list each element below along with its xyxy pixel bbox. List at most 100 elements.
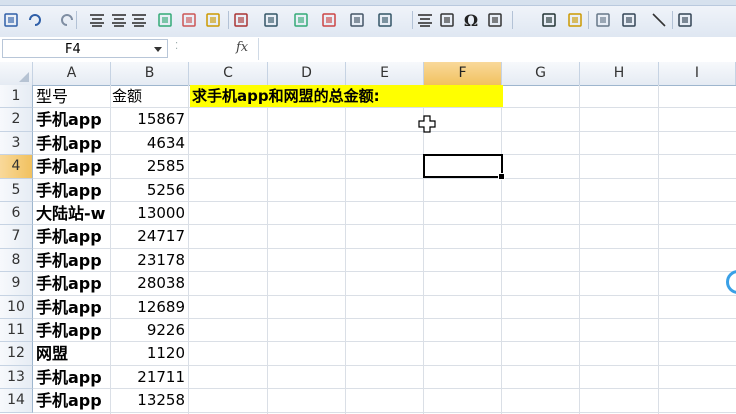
cell-a11[interactable]: 手机app bbox=[36, 319, 110, 342]
toolbar-separator bbox=[76, 11, 77, 29]
cell-b4[interactable]: 2585 bbox=[112, 155, 185, 178]
column-gridline bbox=[188, 85, 189, 414]
formula-bar-splitter-icon[interactable]: ⁚ bbox=[175, 41, 183, 57]
undo-icon[interactable] bbox=[26, 9, 44, 31]
cell-b13[interactable]: 21711 bbox=[112, 366, 185, 389]
cross-cursor-icon bbox=[418, 115, 436, 137]
insert-function-icon[interactable]: fx bbox=[236, 40, 248, 55]
toolbar-separator bbox=[228, 11, 229, 29]
cell-a14[interactable]: 手机app bbox=[36, 389, 110, 412]
question-banner-cell[interactable]: 求手机app和网盟的总金额: bbox=[190, 85, 503, 107]
cell-a2[interactable]: 手机app bbox=[36, 108, 110, 131]
column-gridline bbox=[579, 85, 580, 414]
cell-a10[interactable]: 手机app bbox=[36, 296, 110, 319]
format-icon[interactable] bbox=[180, 9, 198, 31]
scroll-handle[interactable] bbox=[726, 270, 736, 294]
omega-icon[interactable]: Ω bbox=[462, 9, 480, 31]
column-gridline bbox=[345, 85, 346, 414]
cell-b8[interactable]: 23178 bbox=[112, 249, 185, 272]
toolbar-separator bbox=[588, 11, 589, 29]
cell-b14[interactable]: 13258 bbox=[112, 389, 185, 412]
cell-b7[interactable]: 24717 bbox=[112, 225, 185, 248]
row-header-9[interactable]: 9 bbox=[0, 272, 33, 296]
select-all-corner[interactable] bbox=[0, 62, 33, 85]
row-header-6[interactable]: 6 bbox=[0, 202, 33, 226]
cell-b10[interactable]: 12689 bbox=[112, 296, 185, 319]
row-header-4[interactable]: 4 bbox=[0, 155, 33, 179]
row-header-14[interactable]: 14 bbox=[0, 389, 33, 413]
row-header-7[interactable]: 7 bbox=[0, 225, 33, 249]
column-header-f[interactable]: F bbox=[424, 62, 502, 85]
cell-a13[interactable]: 手机app bbox=[36, 366, 110, 389]
column-header-g[interactable]: G bbox=[502, 62, 580, 85]
find-icon[interactable] bbox=[262, 9, 280, 31]
cell-a3[interactable]: 手机app bbox=[36, 132, 110, 155]
font-color-icon[interactable] bbox=[232, 9, 250, 31]
sort-icon[interactable] bbox=[376, 9, 394, 31]
spreadsheet-grid[interactable]: ABCDEFGHI 1 2 3 4 5 6 7 8 9 10 11 12 13 14 型号 金额 手机app 1… bbox=[0, 62, 736, 414]
format-cells-icon[interactable] bbox=[348, 9, 366, 31]
cell-b6[interactable]: 13000 bbox=[112, 202, 185, 225]
save-icon[interactable] bbox=[2, 9, 20, 31]
cell-b5[interactable]: 5256 bbox=[112, 179, 185, 202]
camera-icon[interactable] bbox=[620, 9, 638, 31]
column-header-a[interactable]: A bbox=[33, 62, 111, 85]
delete-icon[interactable] bbox=[320, 9, 338, 31]
group-icon[interactable] bbox=[676, 9, 694, 31]
cell-b11[interactable]: 9226 bbox=[112, 319, 185, 342]
chart-icon[interactable] bbox=[438, 9, 456, 31]
formula-input[interactable] bbox=[258, 38, 736, 60]
checkbox-icon[interactable] bbox=[566, 9, 584, 31]
cell-b2[interactable]: 15867 bbox=[112, 108, 185, 131]
column-header-i[interactable]: I bbox=[659, 62, 736, 85]
toolbar-separator bbox=[412, 11, 413, 29]
row-header-1[interactable]: 1 bbox=[0, 85, 33, 109]
row-header-5[interactable]: 5 bbox=[0, 178, 33, 202]
toolbar: Ω bbox=[0, 0, 736, 38]
fill-color-icon[interactable] bbox=[204, 9, 222, 31]
cell-a12[interactable]: 网盟 bbox=[36, 342, 110, 365]
name-box[interactable]: F4 bbox=[2, 39, 168, 58]
cell-a7[interactable]: 手机app bbox=[36, 225, 110, 248]
cell-b9[interactable]: 28038 bbox=[112, 272, 185, 295]
column-header-h[interactable]: H bbox=[580, 62, 659, 85]
active-cell-selection[interactable] bbox=[423, 154, 505, 180]
redo-icon[interactable] bbox=[58, 9, 76, 31]
cell-b1[interactable]: 金额 bbox=[112, 85, 185, 108]
align-left-icon[interactable] bbox=[88, 9, 106, 31]
cell-a9[interactable]: 手机app bbox=[36, 272, 110, 295]
line-icon[interactable] bbox=[650, 9, 668, 31]
cell-a8[interactable]: 手机app bbox=[36, 249, 110, 272]
column-gridline bbox=[110, 85, 111, 414]
cell-a6[interactable]: 大陆站-w bbox=[36, 202, 110, 225]
abc-icon[interactable] bbox=[486, 9, 504, 31]
column-header-d[interactable]: D bbox=[268, 62, 346, 85]
chevron-down-icon[interactable] bbox=[154, 47, 162, 52]
cell-b12[interactable]: 1120 bbox=[112, 342, 185, 365]
row-header-10[interactable]: 10 bbox=[0, 295, 33, 319]
cell-a4[interactable]: 手机app bbox=[36, 155, 110, 178]
insert-icon[interactable] bbox=[292, 9, 310, 31]
row-header-13[interactable]: 13 bbox=[0, 365, 33, 390]
row-header-8[interactable]: 8 bbox=[0, 248, 33, 273]
indent-icon[interactable] bbox=[416, 9, 434, 31]
column-gridline bbox=[658, 85, 659, 414]
row-header-12[interactable]: 12 bbox=[0, 342, 33, 366]
new-sheet-icon[interactable] bbox=[540, 9, 558, 31]
name-box-value: F4 bbox=[65, 42, 81, 57]
column-header-b[interactable]: B bbox=[111, 62, 189, 85]
column-header-c[interactable]: C bbox=[189, 62, 268, 85]
row-header-3[interactable]: 3 bbox=[0, 131, 33, 156]
toolbar-separator bbox=[512, 11, 513, 29]
merge-cells-icon[interactable] bbox=[156, 9, 174, 31]
align-right-icon[interactable] bbox=[130, 9, 148, 31]
row-header-2[interactable]: 2 bbox=[0, 108, 33, 132]
row-header-11[interactable]: 11 bbox=[0, 319, 33, 343]
cell-a1[interactable]: 型号 bbox=[36, 85, 110, 108]
cell-a5[interactable]: 手机app bbox=[36, 179, 110, 202]
align-center-icon[interactable] bbox=[110, 9, 128, 31]
cell-b3[interactable]: 4634 bbox=[112, 132, 185, 155]
column-header-e[interactable]: E bbox=[346, 62, 424, 85]
shapes-icon[interactable] bbox=[594, 9, 612, 31]
column-gridline bbox=[267, 85, 268, 414]
